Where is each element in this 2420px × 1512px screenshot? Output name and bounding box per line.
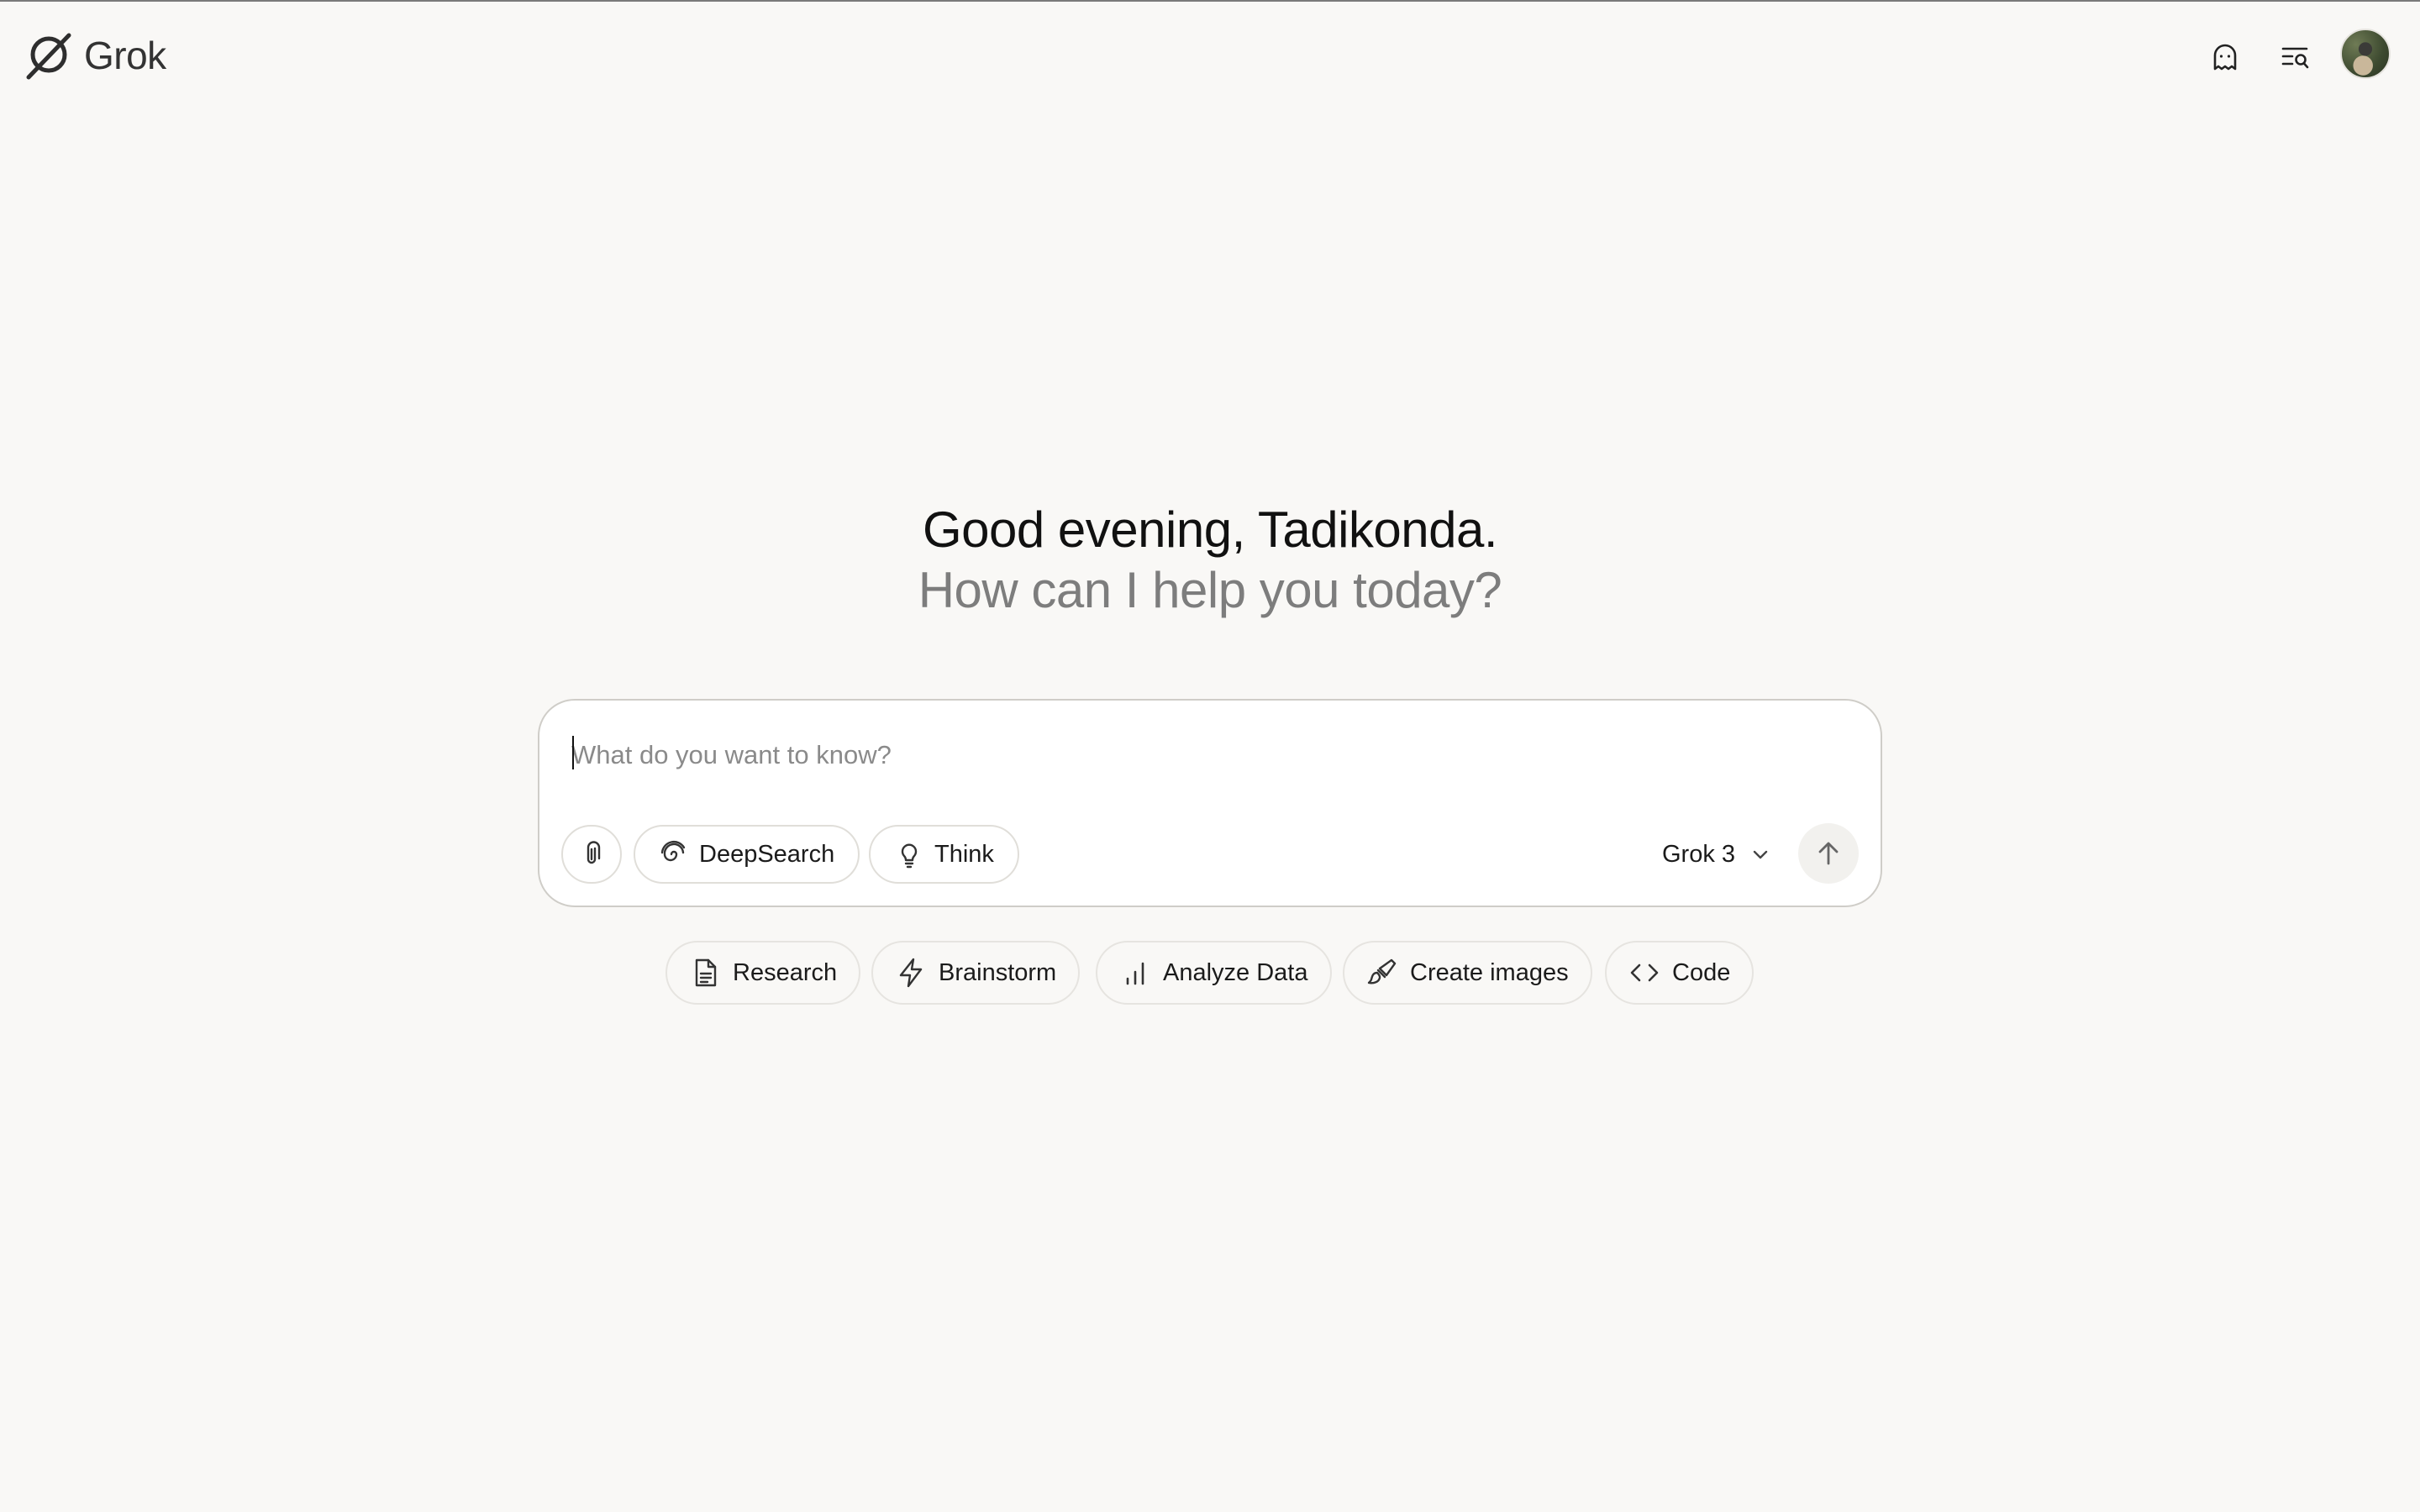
- deepsearch-button[interactable]: DeepSearch: [634, 825, 860, 884]
- suggestion-brainstorm[interactable]: Brainstorm: [871, 941, 1081, 1005]
- app-name: Grok: [84, 34, 166, 77]
- arrow-up-icon: [1818, 842, 1839, 865]
- deepsearch-icon: [660, 840, 686, 862]
- deepsearch-label: DeepSearch: [699, 840, 835, 868]
- send-button[interactable]: [1798, 823, 1859, 884]
- lightbulb-icon: [901, 843, 918, 869]
- suggestion-code[interactable]: Code: [1605, 941, 1754, 1005]
- greeting-title: Good evening, Tadikonda.: [922, 501, 1498, 558]
- code-icon: [1630, 963, 1659, 982]
- suggestion-label: Code: [1672, 958, 1731, 986]
- ghost-icon[interactable]: [2202, 34, 2249, 81]
- window-top-border: [0, 0, 2420, 2]
- paperclip-icon: [587, 841, 601, 864]
- attach-button[interactable]: [561, 825, 622, 884]
- chevron-down-icon: [1753, 850, 1768, 859]
- text-caret: [572, 736, 574, 769]
- history-search-icon[interactable]: [2272, 34, 2319, 81]
- document-icon: [695, 958, 717, 987]
- think-label: Think: [934, 840, 994, 868]
- suggestion-analyze-data[interactable]: Analyze Data: [1096, 941, 1332, 1005]
- lightning-icon: [899, 958, 923, 988]
- grok-logo-icon: [26, 33, 71, 80]
- model-selector[interactable]: Grok 3: [1662, 833, 1770, 875]
- think-button[interactable]: Think: [869, 825, 1019, 884]
- avatar[interactable]: [2340, 29, 2391, 79]
- paintbrush-icon: [1367, 958, 1397, 984]
- grok-logo[interactable]: Grok: [22, 29, 166, 82]
- composer: DeepSearch Think Grok 3: [538, 699, 1882, 907]
- suggestion-label: Create images: [1410, 958, 1569, 986]
- prompt-input[interactable]: [571, 734, 1832, 776]
- suggestion-label: Research: [733, 958, 838, 986]
- suggestion-create-images[interactable]: Create images: [1343, 941, 1592, 1005]
- suggestion-label: Analyze Data: [1163, 958, 1308, 986]
- model-label: Grok 3: [1662, 840, 1736, 868]
- greeting-subtitle: How can I help you today?: [918, 562, 1502, 618]
- bar-chart-icon: [1126, 962, 1144, 985]
- suggestion-research[interactable]: Research: [666, 941, 861, 1005]
- suggestion-label: Brainstorm: [939, 958, 1057, 986]
